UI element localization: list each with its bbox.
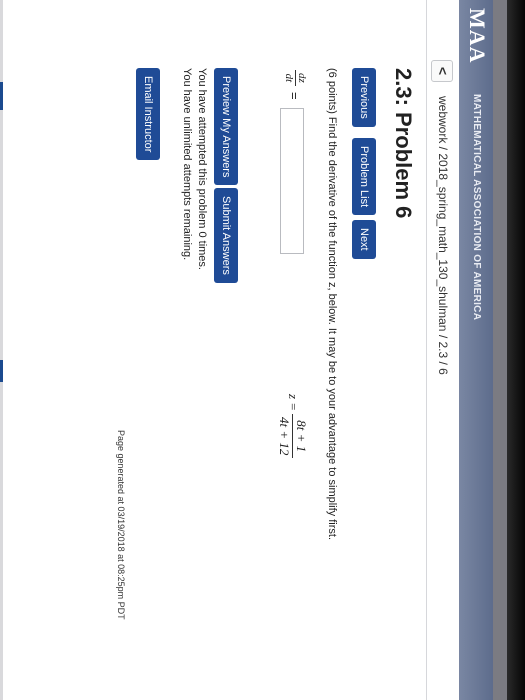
page-generated-footer: Page generated at 03/19/2018 at 08:25pm … [116,430,126,620]
breadcrumb-bar: < webwork / 2018_spring_math_130_shulman… [426,0,459,700]
preview-answers-button[interactable]: Preview My Answers [214,68,238,186]
photo-dark-edge [507,0,525,700]
maa-banner: MAA MATHEMATICAL ASSOCIATION OF AMERICA [459,0,493,700]
function-numerator: 8t + 1 [292,414,309,459]
derivative-numerator: dz [295,70,308,86]
problem-prompt: (6 points) Find the derivative of the fu… [326,68,338,541]
function-fraction: 8t + 1 4t + 12 [276,414,309,459]
derivative-label: dz dt [283,70,308,86]
maa-logo-subtitle: MATHEMATICAL ASSOCIATION OF AMERICA [471,94,482,321]
webwork-page: MAA MATHEMATICAL ASSOCIATION OF AMERICA … [3,0,493,700]
breadcrumb[interactable]: webwork / 2018_spring_math_130_shulman /… [436,96,450,375]
back-chevron-icon[interactable]: < [431,60,453,82]
attempts-status: You have attempted this problem 0 times. [196,68,208,270]
function-label: z = [286,394,301,412]
page-title: 2.3: Problem 6 [391,68,416,219]
submit-answers-button[interactable]: Submit Answers [214,188,238,283]
email-instructor-button[interactable]: Email Instructor [136,68,160,161]
maa-logo: MAA [465,8,490,64]
derivative-denominator: dt [283,73,295,83]
next-button[interactable]: Next [352,220,376,259]
problem-content: 2.3: Problem 6 Previous Problem List Nex… [3,0,426,700]
attempts-remaining: You have unlimited attempts remaining. [181,68,193,261]
answer-input[interactable] [280,108,304,254]
function-denominator: 4t + 12 [277,417,292,456]
equals-sign: = [287,92,302,100]
photo-edge-strip [493,0,507,700]
problem-list-button[interactable]: Problem List [352,138,376,216]
previous-button[interactable]: Previous [352,68,376,127]
